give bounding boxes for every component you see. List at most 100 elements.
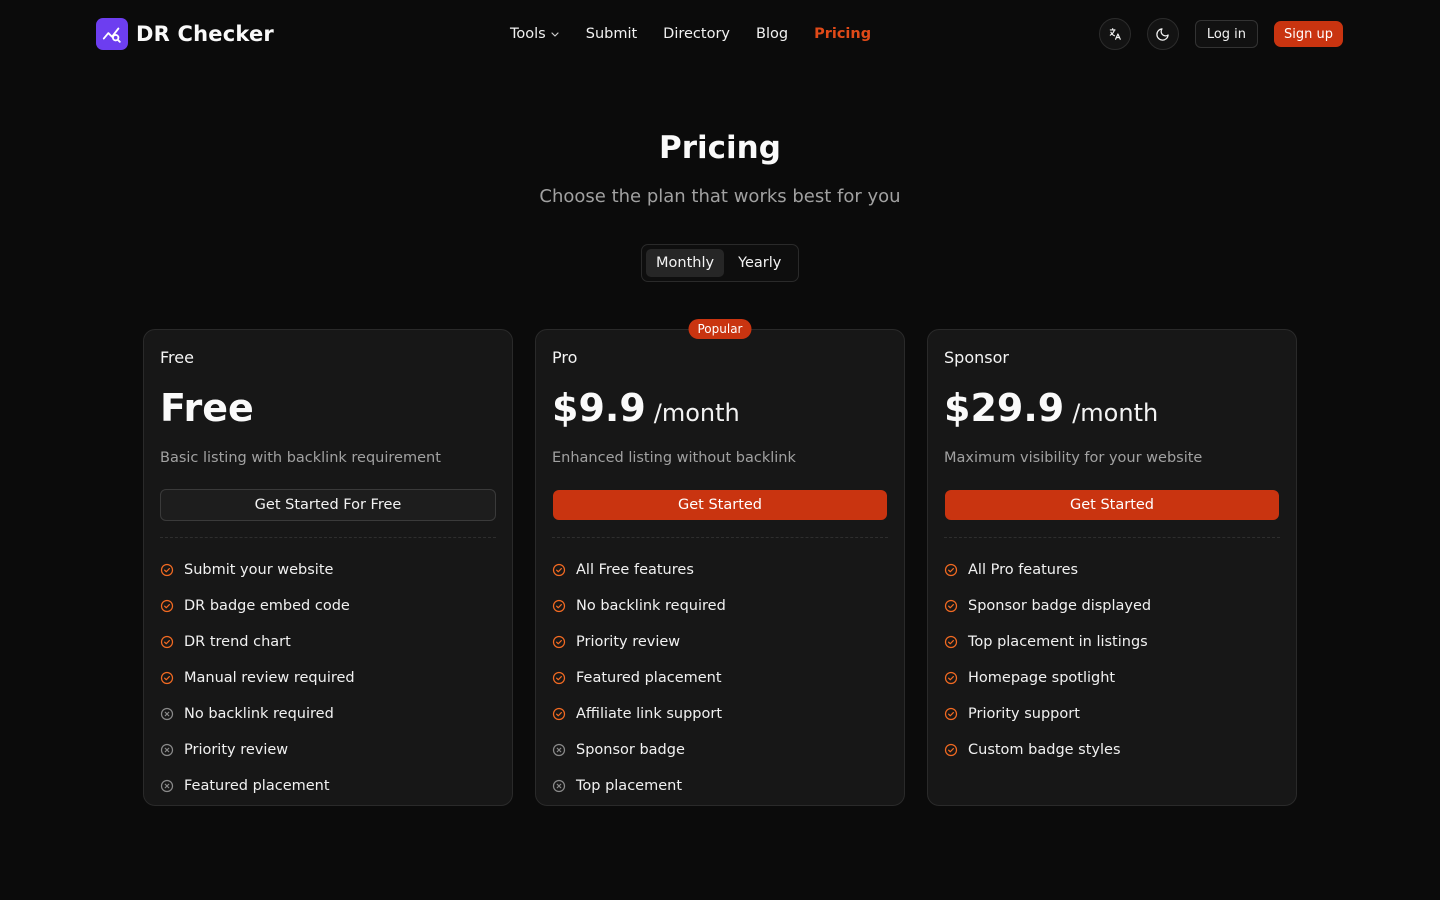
feature-text: DR badge embed code xyxy=(184,598,350,614)
feature-text: Featured placement xyxy=(576,670,722,686)
page-title: Pricing xyxy=(659,130,781,166)
price-amount: $29.9 xyxy=(944,386,1065,430)
translate-icon xyxy=(1109,28,1121,40)
feature-item: DR trend chart xyxy=(160,624,355,660)
check-circle-icon xyxy=(944,599,958,613)
feature-text: All Free features xyxy=(576,562,694,578)
feature-item: Featured placement xyxy=(552,660,726,696)
feature-text: Submit your website xyxy=(184,562,334,578)
check-circle-icon xyxy=(552,635,566,649)
brand-link[interactable]: DR Checker xyxy=(96,18,274,50)
price-period: /month xyxy=(653,399,740,427)
feature-text: DR trend chart xyxy=(184,634,291,650)
popular-badge: Popular xyxy=(688,319,752,339)
feature-item: Affiliate link support xyxy=(552,696,726,732)
plan-price: Free xyxy=(160,386,254,430)
divider xyxy=(944,537,1280,538)
x-circle-icon xyxy=(160,743,174,757)
price-amount: $9.9 xyxy=(552,386,646,430)
billing-option-monthly[interactable]: Monthly xyxy=(646,249,725,277)
check-circle-icon xyxy=(944,671,958,685)
feature-item: All Free features xyxy=(552,552,726,588)
moon-icon xyxy=(1156,27,1170,41)
feature-list: All Pro features Sponsor badge displayed T… xyxy=(944,552,1151,768)
feature-item: Priority review xyxy=(160,732,355,768)
feature-item: Manual review required xyxy=(160,660,355,696)
check-circle-icon xyxy=(552,599,566,613)
plan-price: $29.9 /month xyxy=(944,386,1158,430)
plan-price: $9.9 /month xyxy=(552,386,740,430)
language-button[interactable] xyxy=(1098,18,1131,50)
check-circle-icon xyxy=(944,743,958,757)
nav-item-tools[interactable]: Tools xyxy=(510,26,560,42)
check-circle-icon xyxy=(552,563,566,577)
feature-text: Sponsor badge xyxy=(576,742,685,758)
brand-name: DR Checker xyxy=(136,22,274,46)
x-circle-icon xyxy=(552,779,566,793)
feature-text: Top placement in listings xyxy=(968,634,1148,650)
feature-item: Featured placement xyxy=(160,768,355,804)
plan-description: Maximum visibility for your website xyxy=(944,450,1203,466)
header-actions: Log in Sign up xyxy=(1098,18,1343,50)
billing-option-yearly[interactable]: Yearly xyxy=(728,249,791,277)
check-circle-icon xyxy=(944,635,958,649)
theme-toggle-button[interactable] xyxy=(1146,18,1179,50)
feature-text: Sponsor badge displayed xyxy=(968,598,1152,614)
plan-card-pro: Popular Pro $9.9 /month Enhanced listing… xyxy=(535,319,905,806)
plan-description: Enhanced listing without backlink xyxy=(552,450,796,466)
check-circle-icon xyxy=(552,671,566,685)
feature-text: All Pro features xyxy=(968,562,1079,578)
check-circle-icon xyxy=(160,599,174,613)
signup-button[interactable]: Sign up xyxy=(1274,21,1343,47)
billing-toggle: Monthly Yearly xyxy=(641,244,799,282)
check-circle-icon xyxy=(160,563,174,577)
feature-text: Priority review xyxy=(576,634,681,650)
feature-item: No backlink required xyxy=(552,588,726,624)
plan-description: Basic listing with backlink requirement xyxy=(160,450,441,466)
site-header: DR Checker Tools Submit Directory Blog P… xyxy=(0,0,1440,68)
feature-item: Priority review xyxy=(552,624,726,660)
feature-text: Manual review required xyxy=(184,670,355,686)
feature-text: No backlink required xyxy=(184,706,334,722)
plan-card-free: Free Free Basic listing with backlink re… xyxy=(143,329,513,806)
get-started-free-button[interactable]: Get Started For Free xyxy=(160,489,496,521)
feature-text: Custom badge styles xyxy=(968,742,1121,758)
feature-text: Top placement xyxy=(576,778,683,794)
feature-text: Affiliate link support xyxy=(576,706,723,722)
check-circle-icon xyxy=(160,671,174,685)
feature-item: Sponsor badge xyxy=(552,732,726,768)
check-circle-icon xyxy=(552,707,566,721)
get-started-pro-button[interactable]: Get Started xyxy=(553,490,887,520)
chart-search-icon xyxy=(96,18,128,50)
feature-text: Priority support xyxy=(968,706,1080,722)
x-circle-icon xyxy=(552,743,566,757)
nav-item-submit[interactable]: Submit xyxy=(586,26,637,42)
x-circle-icon xyxy=(160,779,174,793)
plan-name: Sponsor xyxy=(944,348,1009,367)
feature-item: Top placement in listings xyxy=(944,624,1151,660)
check-circle-icon xyxy=(944,563,958,577)
get-started-sponsor-button[interactable]: Get Started xyxy=(945,490,1279,520)
price-period: /month xyxy=(1072,399,1159,427)
plan-card-sponsor: Sponsor $29.9 /month Maximum visibility … xyxy=(927,329,1297,806)
feature-text: Featured placement xyxy=(184,778,330,794)
main-nav: Tools Submit Directory Blog Pricing xyxy=(510,24,871,44)
nav-item-pricing[interactable]: Pricing xyxy=(814,26,871,42)
plan-name: Pro xyxy=(552,348,578,367)
plan-name: Free xyxy=(160,348,194,367)
feature-item: Custom badge styles xyxy=(944,732,1151,768)
feature-text: No backlink required xyxy=(576,598,726,614)
nav-item-blog[interactable]: Blog xyxy=(756,26,788,42)
feature-item: Submit your website xyxy=(160,552,355,588)
feature-list: All Free features No backlink required Pri… xyxy=(552,552,726,804)
price-amount: Free xyxy=(160,386,254,430)
divider xyxy=(552,537,888,538)
feature-item: Top placement xyxy=(552,768,726,804)
page-subtitle: Choose the plan that works best for you xyxy=(539,186,901,207)
feature-item: Sponsor badge displayed xyxy=(944,588,1151,624)
check-circle-icon xyxy=(944,707,958,721)
nav-item-directory[interactable]: Directory xyxy=(663,26,730,42)
login-button[interactable]: Log in xyxy=(1194,20,1259,48)
feature-item: Priority support xyxy=(944,696,1151,732)
feature-list: Submit your website DR badge embed code DR… xyxy=(160,552,355,804)
